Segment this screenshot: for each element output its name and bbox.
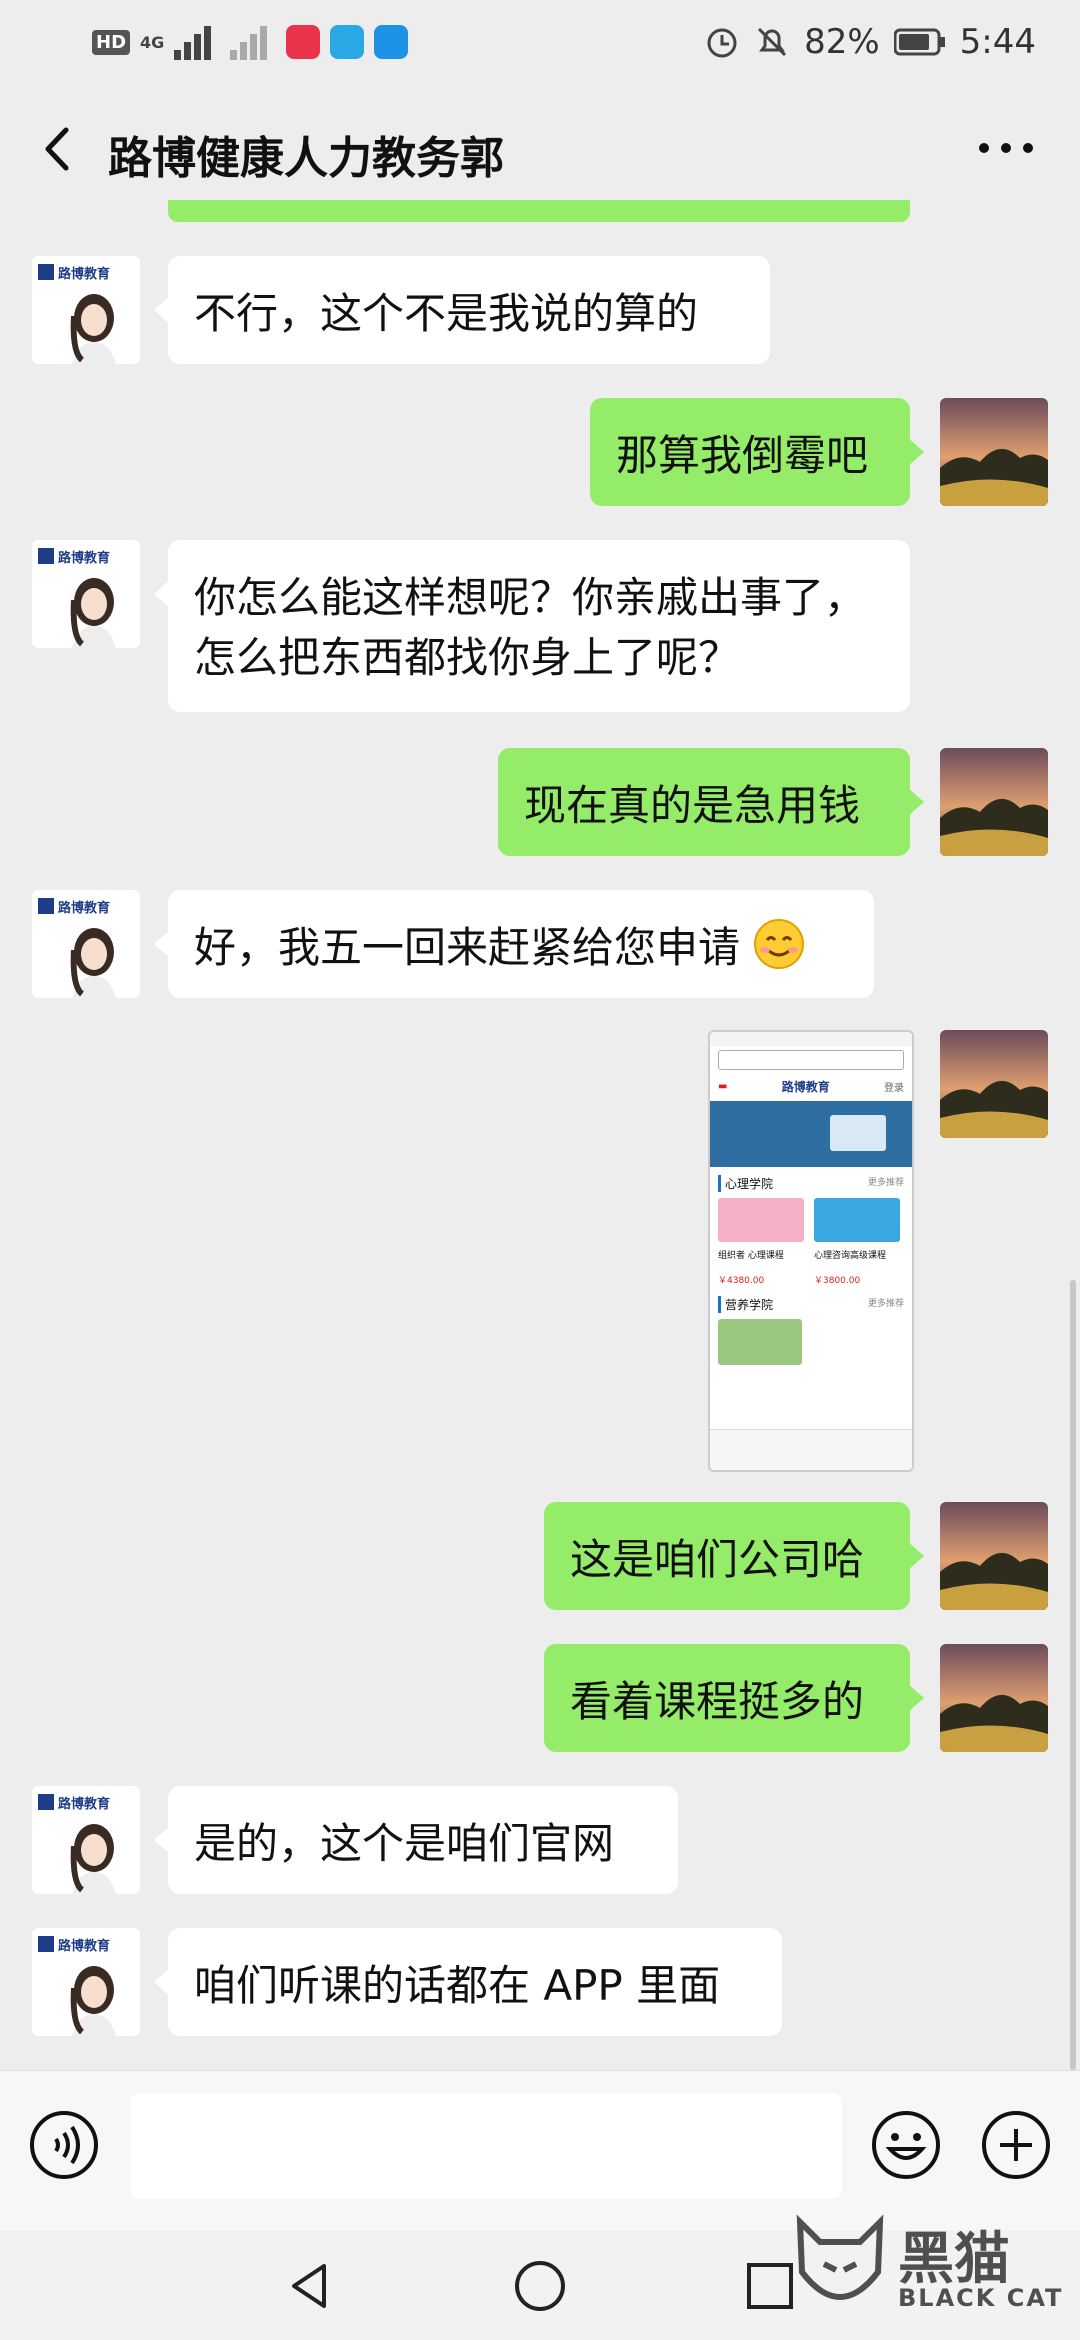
shot-section1: 心理学院 更多推荐 [710, 1169, 912, 1194]
avatar-logo-text: 路博教育 [58, 266, 110, 281]
message-input[interactable] [130, 2093, 842, 2199]
network-type-label: 4G [140, 32, 165, 52]
message-text: 不行，这个不是我说的算的 [194, 289, 699, 338]
shot-banner [710, 1101, 912, 1167]
my-avatar[interactable] [940, 748, 1048, 856]
message-text: 看着课程挺多的 [570, 1677, 865, 1726]
mute-bell-icon [758, 27, 787, 57]
system-nav-bar: 黑猫 BLACK CAT [0, 2214, 1080, 2340]
contact-avatar-illustration: 路博教育 [32, 256, 140, 364]
message-bubble-sent[interactable]: 那算我倒霉吧 [590, 398, 924, 506]
avatar-logo-text: 路博教育 [58, 900, 110, 915]
message-text: 咱们听课的话都在 APP 里面 [194, 1961, 721, 2010]
plus-button-icon[interactable] [980, 2109, 1052, 2181]
signal-icon-secondary [230, 24, 276, 60]
shot-logo: 路博教育 [781, 1080, 830, 1094]
back-arrow-icon[interactable] [34, 124, 84, 174]
message-bubble-received[interactable]: 是的，这个是咱们官网 [154, 1786, 678, 1894]
my-avatar[interactable] [940, 1030, 1048, 1138]
message-bubble-sent[interactable]: 这是咱们公司哈 [544, 1502, 924, 1610]
voice-input-icon[interactable] [28, 2109, 100, 2181]
my-avatar-landscape [940, 748, 1048, 856]
message-bubble-sent[interactable]: 现在真的是急用钱 [498, 748, 924, 856]
avatar-logo-text: 路博教育 [58, 1796, 110, 1811]
message-bubble-received[interactable]: 好，我五一回来赶紧给您申请 [154, 890, 874, 998]
blackcat-watermark: 黑猫 BLACK CAT [790, 2212, 1070, 2322]
message-text: 那算我倒霉吧 [616, 431, 869, 480]
contact-avatar[interactable]: 路博教育 [32, 890, 140, 998]
shot-section2: 营养学院 更多推荐 [710, 1290, 912, 1315]
notification-plane-icon [330, 25, 365, 59]
contact-avatar-illustration: 路博教育 [32, 1786, 140, 1894]
chat-header: 路博健康人力教务郭 [0, 84, 1080, 214]
shot-statusbar [710, 1032, 912, 1046]
previous-message-bubble-cutoff [168, 200, 910, 222]
watermark-cn: 黑猫 [898, 2227, 1010, 2292]
emoji-button-icon[interactable] [870, 2109, 942, 2181]
battery-icon [893, 28, 945, 56]
contact-avatar[interactable]: 路博教育 [32, 540, 140, 648]
shot-url-bar [718, 1050, 904, 1070]
message-bubble-received[interactable]: 不行，这个不是我说的算的 [154, 256, 770, 364]
message-bubble-received[interactable]: 咱们听课的话都在 APP 里面 [154, 1928, 782, 2036]
my-avatar-landscape [940, 398, 1048, 506]
shot-course-card: 组织者 心理课程 ￥4380.00 [718, 1198, 804, 1286]
avatar-logo-text: 路博教育 [58, 1938, 110, 1953]
message-text: 好，我五一回来赶紧给您申请 [194, 923, 741, 972]
shot-bottom-nav [710, 1429, 912, 1470]
message-text-line: 怎么把东西都找你身上了呢？ [194, 633, 741, 682]
message-text: 现在真的是急用钱 [524, 781, 861, 830]
contact-avatar[interactable]: 路博教育 [32, 1928, 140, 2036]
my-avatar-landscape [940, 1502, 1048, 1610]
shot-login: 登录 [884, 1083, 904, 1094]
signal-icon [174, 24, 220, 60]
status-bar: HD 4G 82% 5:44 [0, 0, 1080, 84]
message-text: 这是咱们公司哈 [570, 1535, 865, 1584]
clock-time: 5:44 [959, 22, 1036, 62]
status-left-icons: HD 4G [92, 20, 409, 64]
contact-avatar[interactable]: 路博教育 [32, 256, 140, 364]
notification-app-icon [286, 25, 321, 59]
chat-input-bar [0, 2070, 1080, 2231]
contact-avatar-illustration: 路博教育 [32, 890, 140, 998]
hd-badge: HD [92, 29, 131, 55]
cat-logo-icon [796, 2214, 884, 2300]
status-right-icons: 82% 5:44 [704, 20, 1036, 64]
message-bubble-received[interactable]: 你怎么能这样想呢？你亲戚出事了， 怎么把东西都找你身上了呢？ [154, 540, 910, 712]
contact-avatar-illustration: 路博教育 [32, 1928, 140, 2036]
battery-percent: 82% [804, 22, 880, 62]
chat-title: 路博健康人力教务郭 [108, 133, 504, 184]
alarm-icon [707, 28, 737, 58]
message-bubble-sent[interactable]: 看着课程挺多的 [544, 1644, 924, 1752]
shot-course-cards: 组织者 心理课程 ￥4380.00 心理咨询高级课程 ￥3800.00 [710, 1194, 912, 1290]
more-dots-icon[interactable] [976, 136, 1036, 160]
nav-back-icon[interactable] [282, 2258, 338, 2314]
my-avatar[interactable] [940, 398, 1048, 506]
message-text: 是的，这个是咱们官网 [194, 1819, 615, 1868]
contact-avatar[interactable]: 路博教育 [32, 1786, 140, 1894]
nav-home-icon[interactable] [512, 2258, 568, 2314]
chat-scrollbar[interactable] [1070, 1280, 1076, 2070]
shot-site-header: ▬ 路博教育 登录 [718, 1080, 904, 1094]
shot-course-card: 心理咨询高级课程 ￥3800.00 [814, 1198, 900, 1286]
my-avatar[interactable] [940, 1502, 1048, 1610]
avatar-logo-text: 路博教育 [58, 550, 110, 565]
my-avatar-landscape [940, 1644, 1048, 1752]
my-avatar-landscape [940, 1030, 1048, 1138]
message-text-line: 你怎么能这样想呢？你亲戚出事了， [194, 573, 867, 622]
my-avatar[interactable] [940, 1644, 1048, 1752]
contact-avatar-illustration: 路博教育 [32, 540, 140, 648]
notification-bird-icon [374, 25, 409, 59]
image-message-website-screenshot[interactable]: ▬ 路博教育 登录 心理学院 更多推荐 组织者 心理课程 ￥4380.00 心理… [708, 1030, 914, 1472]
smiling-face-emoji-icon [754, 919, 805, 969]
watermark-en: BLACK CAT [898, 2284, 1064, 2312]
shot-nutrition-card [718, 1319, 802, 1365]
